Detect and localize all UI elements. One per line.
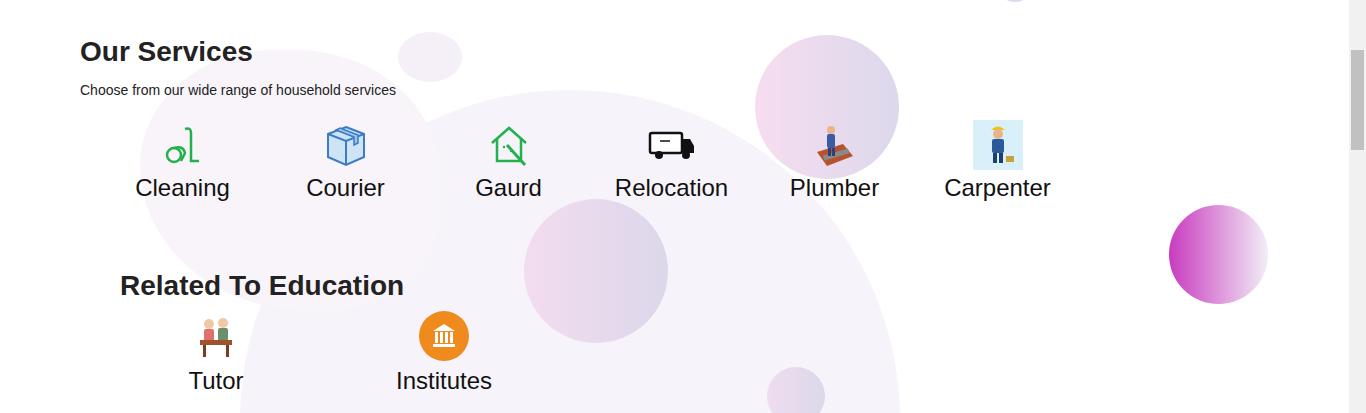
education-item[interactable]: Institutes [330,311,558,396]
scrollbar[interactable] [1349,0,1366,413]
tutor-icon [198,314,234,358]
services-row: Cleaning Courier Gaurd Relocation Plumbe… [101,120,1366,203]
service-label: Carpenter [944,173,1051,203]
service-item[interactable]: Carpenter [916,120,1079,203]
box-icon [322,121,370,169]
vacuum-icon [161,123,205,167]
education-label: Institutes [396,366,492,396]
service-label: Courier [306,173,385,203]
decor-circle [1169,205,1268,304]
plumber-icon [813,122,857,168]
education-title: Related To Education [120,268,1366,304]
house-icon [487,123,531,167]
section-title: Our Services [80,34,1366,70]
services-section: Our Services Choose from our wide range … [0,0,1366,396]
decor-circle [1000,0,1030,2]
service-label: Plumber [790,173,879,203]
institute-icon [419,311,469,361]
background-blob [398,32,462,82]
service-item[interactable]: Gaurd [427,120,590,203]
carpenter-icon [973,120,1023,170]
education-item[interactable]: Tutor [102,311,330,396]
education-label: Tutor [188,366,243,396]
services-page: Our Services Choose from our wide range … [0,0,1366,413]
service-item[interactable]: Cleaning [101,120,264,203]
service-item[interactable]: Relocation [590,120,753,203]
service-item[interactable]: Plumber [753,120,916,203]
scrollbar-thumb[interactable] [1351,50,1364,150]
truck-icon [648,130,696,160]
section-subtitle: Choose from our wide range of household … [80,80,1366,100]
service-label: Gaurd [475,173,542,203]
service-label: Cleaning [135,173,230,203]
decor-circle [524,199,668,343]
education-row: Tutor Institutes [102,311,1366,396]
service-label: Relocation [615,173,728,203]
service-item[interactable]: Courier [264,120,427,203]
